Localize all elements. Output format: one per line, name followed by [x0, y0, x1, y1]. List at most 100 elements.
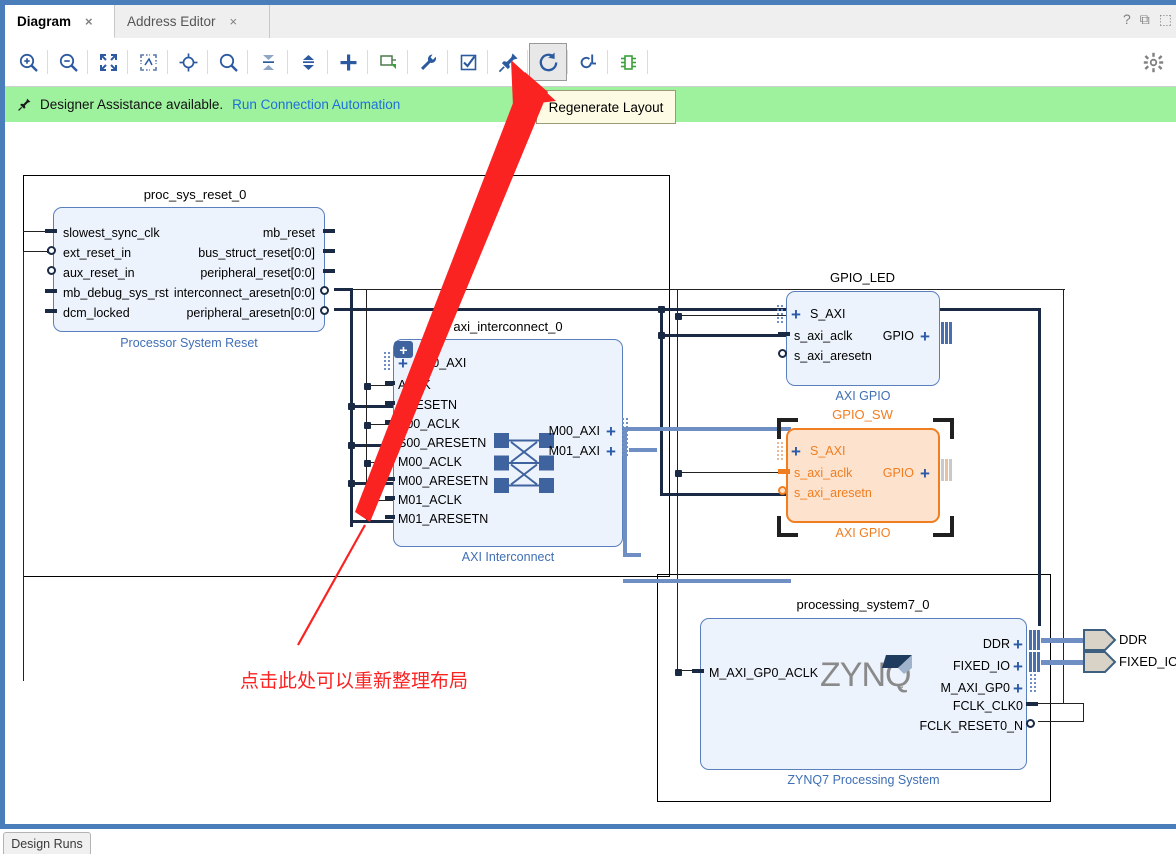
- wire-m00-aresetn: [350, 482, 395, 485]
- expand-s-axi-icon[interactable]: +: [791, 306, 801, 323]
- collapse-all-icon[interactable]: [249, 43, 287, 81]
- pin-fclk-reset0-n[interactable]: FCLK_RESET0_N: [805, 720, 1023, 733]
- pin-fclk-clk0[interactable]: FCLK_CLK0: [825, 700, 1023, 713]
- pin-s00-aclk[interactable]: S00_ACLK: [398, 418, 460, 431]
- design-runs-tab[interactable]: Design Runs: [3, 832, 91, 854]
- toolbar-separator: [607, 50, 608, 74]
- selection-handle-bottom-left[interactable]: [777, 516, 798, 537]
- pin-gpio-led-s-axi-aresetn[interactable]: s_axi_aresetn: [794, 350, 872, 363]
- pin-gpio-sw-s-axi[interactable]: S_AXI: [810, 445, 845, 458]
- optimize-routing-icon[interactable]: [569, 43, 607, 81]
- pin-peripheral-aresetn[interactable]: peripheral_aresetn[0:0]: [105, 307, 315, 320]
- pin-s00-aresetn[interactable]: S00_ARESETN: [398, 437, 486, 450]
- expand-s00-axi-icon[interactable]: +: [398, 355, 408, 372]
- wire-s00-aresetn: [350, 444, 395, 447]
- zoom-in-icon[interactable]: [9, 43, 47, 81]
- zoom-out-icon[interactable]: [49, 43, 87, 81]
- selection-handle-bottom-right[interactable]: [933, 516, 954, 537]
- inverted-pin-bubble: [778, 349, 787, 358]
- pin-bus-struct-reset[interactable]: bus_struct_reset[0:0]: [115, 247, 315, 260]
- pin-mb-reset[interactable]: mb_reset: [115, 227, 315, 240]
- pin-m00-aresetn[interactable]: M00_ARESETN: [398, 475, 488, 488]
- create-hierarchy-icon[interactable]: [369, 43, 407, 81]
- pin-s00-axi[interactable]: S00_AXI: [417, 357, 466, 370]
- expand-ddr-icon[interactable]: +: [1013, 636, 1023, 653]
- toolbar-separator: [287, 50, 288, 74]
- toolbar-separator: [247, 50, 248, 74]
- validate-design-icon[interactable]: [449, 43, 487, 81]
- pin-gpio-led-s-axi-aclk[interactable]: s_axi_aclk: [794, 330, 852, 343]
- wire-gpio-sw-aclk: [677, 472, 790, 474]
- pin-m-axi-gp0-aclk[interactable]: M_AXI_GP0_ACLK: [709, 667, 818, 680]
- regenerate-layout-tooltip: Regenerate Layout: [536, 90, 676, 124]
- expand-m-axi-gp0-icon[interactable]: +: [1013, 680, 1023, 697]
- pin-m00-aclk[interactable]: M00_ACLK: [398, 456, 462, 469]
- expand-gpio-icon[interactable]: +: [920, 328, 930, 345]
- expand-s-axi-icon[interactable]: +: [791, 443, 801, 460]
- block-design-canvas[interactable]: proc_sys_reset_0 Processor System Reset …: [5, 122, 1176, 824]
- pin-ddr[interactable]: DDR: [825, 638, 1010, 651]
- zoom-fit-icon[interactable]: [89, 43, 127, 81]
- pin-m00-axi[interactable]: M00_AXI: [485, 425, 600, 438]
- selection-handle-top-left[interactable]: [777, 418, 798, 439]
- search-icon[interactable]: [209, 43, 247, 81]
- tab-diagram[interactable]: Diagram ×: [5, 5, 115, 38]
- close-panel-icon[interactable]: ⬚: [1159, 12, 1172, 26]
- pin-aclk[interactable]: ACLK: [398, 379, 431, 392]
- expand-fixed-io-icon[interactable]: +: [1013, 658, 1023, 675]
- toolbar-separator: [47, 50, 48, 74]
- highlight-icon[interactable]: [609, 43, 647, 81]
- external-port-ddr-label: DDR: [1119, 632, 1148, 647]
- pin-gpio-sw-s-axi-aresetn[interactable]: s_axi_aresetn: [794, 487, 872, 500]
- tab-address-editor[interactable]: Address Editor ×: [115, 5, 270, 38]
- gear-icon[interactable]: [1138, 47, 1168, 77]
- run-connection-automation-link[interactable]: Run Connection Automation: [232, 97, 400, 112]
- wire-junction: [675, 470, 682, 477]
- add-ip-icon[interactable]: [329, 43, 367, 81]
- expand-all-icon[interactable]: [289, 43, 327, 81]
- pin-stub: [778, 332, 790, 336]
- tab-diagram-close-icon[interactable]: ×: [85, 15, 93, 28]
- pin-m01-axi[interactable]: M01_AXI: [485, 445, 600, 458]
- proc-sys-reset-title: proc_sys_reset_0: [143, 187, 247, 202]
- expand-m00-axi-icon[interactable]: +: [606, 423, 616, 440]
- run-block-automation-icon[interactable]: [409, 43, 447, 81]
- annotation-text: 点击此处可以重新整理布局: [240, 670, 469, 692]
- restore-icon[interactable]: ⧉: [1140, 12, 1150, 26]
- pin-m01-aresetn[interactable]: M01_ARESETN: [398, 513, 488, 526]
- zoom-area-icon[interactable]: [129, 43, 167, 81]
- toolbar-separator: [167, 50, 168, 74]
- expand-m01-axi-icon[interactable]: +: [606, 443, 616, 460]
- expand-gpio-icon[interactable]: +: [920, 465, 930, 482]
- selection-handle-top-right[interactable]: [933, 418, 954, 439]
- pin-gpio-led-gpio[interactable]: GPIO: [845, 330, 914, 343]
- tab-bar: Diagram × Address Editor × ? ⧉ ⬚: [5, 5, 1176, 39]
- pin-gpio-sw-gpio[interactable]: GPIO: [845, 467, 914, 480]
- bus-m01-axi-to-gpio-sw: [623, 579, 791, 583]
- bus-interface-dots: [1030, 674, 1038, 694]
- inverted-pin-bubble: [47, 246, 56, 255]
- pin-aresetn[interactable]: ARESETN: [398, 399, 457, 412]
- wire-fclk-clk0-link: [1038, 703, 1084, 705]
- bus-interface-bars: [1029, 630, 1041, 650]
- pin-gpio-led-s-axi[interactable]: S_AXI: [810, 308, 845, 321]
- gpio-led-subtitle: AXI GPIO: [835, 389, 891, 403]
- pin-stub: [385, 496, 395, 500]
- help-icon[interactable]: ?: [1123, 12, 1131, 26]
- pin-interconnect-aresetn[interactable]: interconnect_aresetn[0:0]: [105, 287, 315, 300]
- pin-peripheral-reset[interactable]: peripheral_reset[0:0]: [115, 267, 315, 280]
- tab-diagram-label: Diagram: [17, 13, 72, 29]
- pin-icon[interactable]: [489, 43, 527, 81]
- inverted-pin-bubble: [778, 486, 787, 495]
- toolbar-separator: [327, 50, 328, 74]
- pin-gpio-sw-s-axi-aclk[interactable]: s_axi_aclk: [794, 467, 852, 480]
- regenerate-layout-icon[interactable]: [529, 43, 567, 81]
- tab-address-editor-close-icon[interactable]: ×: [230, 15, 238, 28]
- pin-stub: [778, 469, 790, 474]
- pin-m-axi-gp0[interactable]: M_AXI_GP0: [825, 682, 1010, 695]
- pin-m01-aclk[interactable]: M01_ACLK: [398, 494, 462, 507]
- external-port-fixed-io[interactable]: [1083, 650, 1117, 679]
- pin-fixed-io[interactable]: FIXED_IO: [825, 660, 1010, 673]
- tab-bar-filler: [270, 5, 1176, 38]
- fit-selection-icon[interactable]: [169, 43, 207, 81]
